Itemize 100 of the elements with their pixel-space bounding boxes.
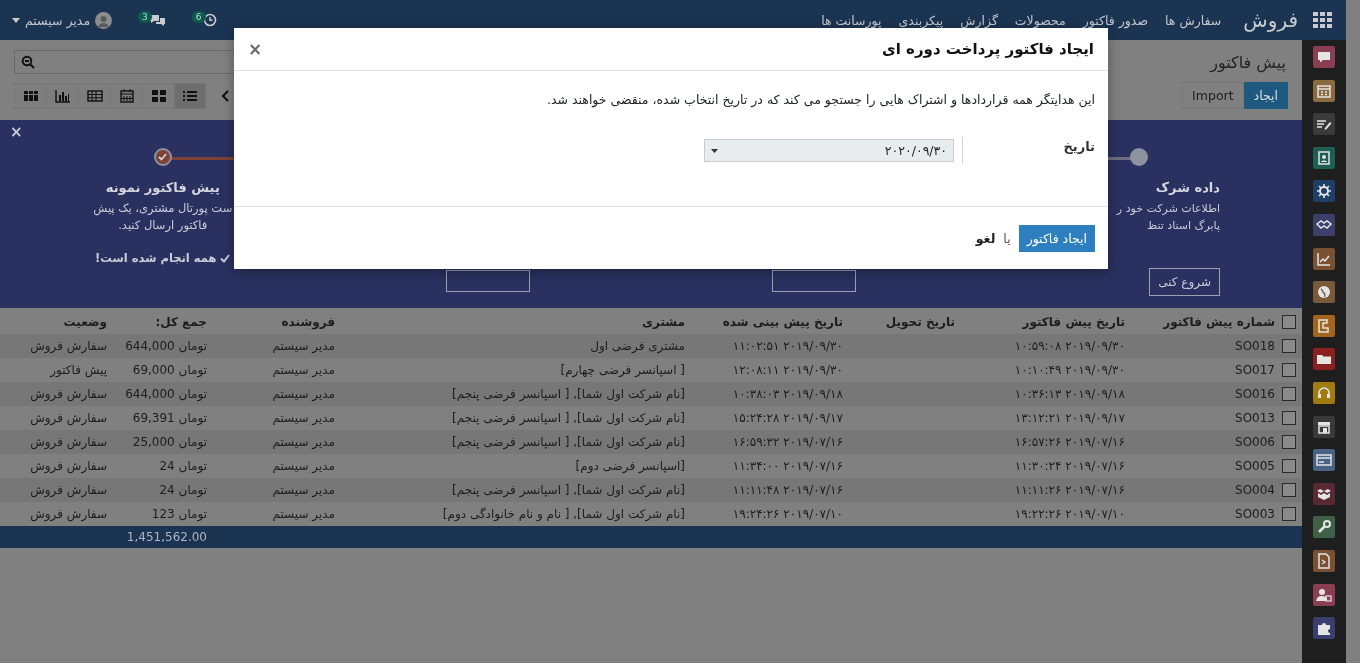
table-cell-text: مدیر سیستم (271, 387, 336, 401)
checkbox[interactable] (1282, 507, 1296, 521)
create-invoice-button[interactable]: ایجاد فاکتور (1018, 224, 1095, 252)
checkbox[interactable] (1282, 459, 1296, 473)
table-cell-text: ۲۰۱۹/۰۷/۱۶ ۱۱:۱۱:۴۸ (731, 483, 844, 497)
menu-item[interactable]: گزارش (960, 12, 998, 28)
table-cell-text: پیش فاکتور (48, 363, 108, 377)
table-cell-text: ۲۰۱۹/۰۹/۳۰ ۱۰:۱۰:۴۹ (1013, 363, 1126, 377)
table-cell-text: [نام شرکت اول شما], [ اسپانسر فرضی پنجم] (451, 387, 686, 401)
handshake-icon[interactable] (1313, 213, 1335, 236)
step-status: همه انجام شده است! (95, 251, 217, 265)
import-button[interactable]: Import (1182, 82, 1244, 109)
checkbox[interactable] (1282, 483, 1296, 497)
user-name: مدیر سیستم (25, 12, 91, 28)
document-icon[interactable] (1313, 549, 1335, 572)
table-cell-text: 24 تومان (158, 483, 208, 497)
table-cell-text: ۲۰۱۹/۰۷/۱۰ ۱۹:۲۴:۲۶ (731, 507, 844, 521)
step-button[interactable]: شروع کنی (1149, 268, 1220, 296)
field-label: تاریخ (962, 137, 1095, 164)
clock-icon[interactable] (202, 13, 217, 27)
globe-icon[interactable] (1313, 281, 1335, 304)
table-cell-text: سفارش فروش (29, 411, 108, 425)
table-cell-text: 69,391 تومان (131, 411, 208, 425)
table-cell-text: 24 تومان (158, 459, 208, 473)
store-icon[interactable] (1313, 415, 1335, 438)
table-cell-text: مدیر سیستم (271, 459, 336, 473)
step-button[interactable] (771, 270, 856, 292)
step-title: داده شرک (1155, 180, 1220, 195)
table-cell-text: ۲۰۱۹/۰۷/۱۶ ۱۱:۳۴:۰۰ (731, 459, 844, 473)
phone-icon[interactable] (1313, 314, 1335, 337)
table-cell-text: ۲۰۱۹/۰۷/۱۶ ۱۶:۵۹:۳۲ (731, 435, 844, 449)
gear-icon[interactable] (1313, 180, 1335, 203)
user-icon[interactable] (1313, 583, 1335, 606)
boxes-icon[interactable] (1313, 482, 1335, 505)
table-cell-text: [نام شرکت اول شما], [ اسپانسر فرضی پنجم] (451, 483, 686, 497)
kanban-view-button[interactable] (142, 82, 174, 109)
apps-menu-icon[interactable] (1312, 11, 1332, 29)
cohort-view-button[interactable] (14, 82, 46, 109)
separator-text: یا (1003, 230, 1011, 246)
column-header[interactable]: مشتری (340, 315, 690, 329)
table-cell-text: 69,000 تومان (131, 363, 208, 377)
puzzle-icon[interactable] (1313, 617, 1335, 640)
note-icon[interactable] (1313, 113, 1335, 136)
table-cell-text: 25,000 تومان (131, 435, 208, 449)
table-cell-text: ۲۰۱۹/۰۷/۱۶ ۱۱:۳۰:۲۴ (1013, 459, 1126, 473)
user-menu[interactable]: مدیر سیستم (12, 11, 113, 29)
list-view-button[interactable] (174, 82, 206, 109)
column-header[interactable]: وضعیت (0, 315, 112, 329)
breadcrumb[interactable]: پیش فاکتور (1210, 52, 1286, 72)
card-icon[interactable] (1313, 449, 1335, 472)
pivot-view-button[interactable] (78, 82, 110, 109)
close-button[interactable]: × (10, 124, 23, 140)
chart-icon[interactable] (1313, 247, 1335, 270)
column-header[interactable]: تاریخ پیش فاکتور (960, 315, 1130, 329)
table-cell-text: سفارش فروش (29, 459, 108, 473)
checkbox[interactable] (1282, 363, 1296, 377)
table-cell-text: ۲۰۱۹/۰۹/۳۰ ۱۲:۰۸:۱۱ (731, 363, 844, 377)
checkbox[interactable] (1282, 411, 1296, 425)
close-button[interactable]: × (248, 39, 263, 59)
menu-item[interactable]: پیکربندی (898, 12, 944, 28)
checkbox[interactable] (1282, 339, 1296, 353)
wrench-icon[interactable] (1313, 516, 1335, 539)
folder-icon[interactable] (1313, 348, 1335, 371)
column-header[interactable]: فروشنده (212, 315, 340, 329)
column-header[interactable]: تاریخ پیش بینی شده (690, 315, 848, 329)
step-title: پیش فاکتور نمونه (105, 180, 220, 195)
table-cell-text: سفارش فروش (29, 387, 108, 401)
table-cell-text: SO013 (1234, 411, 1276, 425)
calendar-view-button[interactable] (110, 82, 142, 109)
avatar-icon (95, 11, 113, 29)
table-cell-text: مدیر سیستم (271, 507, 336, 521)
graph-icon (53, 87, 72, 104)
create-button[interactable]: ایجاد (1243, 82, 1288, 109)
table-cell-text: سفارش فروش (29, 339, 108, 353)
table-cell-text: SO016 (1234, 387, 1276, 401)
chat-icon[interactable] (1313, 46, 1335, 68)
table-cell-text: SO003 (1234, 507, 1276, 521)
pivot-icon (85, 87, 104, 104)
chevron-left-icon[interactable] (221, 89, 229, 102)
table-cell-text: مدیر سیستم (271, 411, 336, 425)
column-header[interactable]: شماره پیش فاکتور (1130, 315, 1280, 329)
checkbox[interactable] (1282, 387, 1296, 401)
menu-item[interactable]: سفارش ها (1165, 12, 1222, 28)
graph-view-button[interactable] (46, 82, 78, 109)
checkbox[interactable] (1282, 435, 1296, 449)
date-field[interactable]: ۲۰۲۰/۰۹/۳۰ (704, 139, 954, 162)
column-header[interactable]: تاریخ تحویل (848, 315, 960, 329)
calendar-icon[interactable] (1313, 79, 1335, 102)
menu-item[interactable]: محصولات (1014, 12, 1066, 28)
chat-icon[interactable] (148, 13, 166, 27)
step-button[interactable] (446, 270, 531, 292)
dialog-description: این هدایتگر همه قراردادها و اشتراک هایی را جستجو می کند که در تاریخ انتخاب شده، منقضی خواهند شد. (545, 92, 1095, 107)
headset-icon[interactable] (1313, 381, 1335, 404)
menu-item[interactable]: پورسانت ها (821, 12, 882, 28)
contact-card-icon[interactable] (1313, 146, 1335, 169)
menu-item[interactable]: صدور فاکتور (1082, 12, 1149, 28)
cancel-link[interactable]: لغو (975, 230, 996, 246)
table-cell-text: ۲۰۱۹/۰۷/۱۰ ۱۹:۲۲:۲۶ (1013, 507, 1126, 521)
column-header[interactable]: جمع کل: (112, 315, 212, 329)
checkbox[interactable] (1282, 315, 1296, 329)
